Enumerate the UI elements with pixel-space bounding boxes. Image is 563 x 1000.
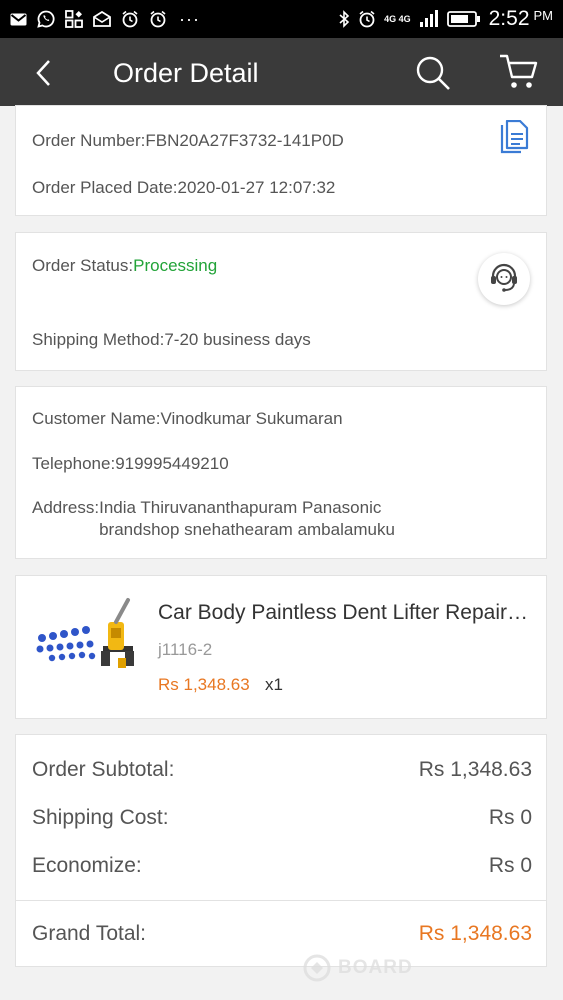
dent-lifter-image [36, 598, 134, 668]
grand-total-value: Rs 1,348.63 [418, 922, 532, 945]
alarm-icon [149, 10, 167, 28]
apps-icon [65, 10, 83, 28]
telephone-label: Telephone: [32, 454, 116, 473]
address-row: Address:India Thiruvananthapuram Panason… [32, 497, 439, 541]
clock-time: 2:52 [488, 7, 530, 30]
address-value: India Thiruvananthapuram Panasonic brand… [99, 498, 395, 539]
order-status-label: Order Status: [32, 256, 134, 275]
alarm-icon [358, 10, 376, 28]
battery-icon [446, 10, 481, 28]
customer-name-value: Vinodkumar Sukumaran [160, 409, 343, 428]
subtotal-row: Order Subtotal: Rs 1,348.63 [32, 757, 532, 783]
order-date-row: Order Placed Date:2020-01-27 12:07:32 [32, 177, 335, 199]
address-label: Address: [32, 498, 100, 517]
grand-total-row: Grand Total: Rs 1,348.63 [32, 921, 532, 947]
grand-total-label: Grand Total: [32, 922, 147, 945]
order-summary-card: Order Subtotal: Rs 1,348.63 Shipping Cos… [15, 734, 547, 967]
subtotal-value: Rs 1,348.63 [418, 758, 532, 781]
copy-icon [500, 119, 529, 154]
bluetooth-icon [338, 10, 350, 28]
product-sku: j1116-2 [158, 640, 213, 659]
order-info-card: Order Number:FBN20A27F3732-141P0D Order … [15, 105, 547, 216]
app-bar: Order Detail [0, 38, 563, 106]
shipping-cost-label: Shipping Cost: [32, 806, 169, 829]
shipping-cost-value: Rs 0 [488, 806, 532, 829]
product-name[interactable]: Car Body Paintless Dent Lifter Repair To… [158, 600, 528, 626]
subtotal-label: Order Subtotal: [32, 758, 175, 781]
telephone-row: Telephone:919995449210 [32, 453, 229, 475]
order-number-row: Order Number:FBN20A27F3732-141P0D [32, 130, 344, 152]
order-status-row: Order Status:Processing [32, 255, 217, 277]
economize-value: Rs 0 [488, 854, 532, 877]
watermark: BOARD [302, 953, 413, 983]
shipping-method-value: 7-20 business days [164, 330, 311, 349]
headset-icon [491, 263, 517, 292]
order-status-card: Order Status:Processing Shipping Method:… [15, 232, 547, 371]
shipping-cost-row: Shipping Cost: Rs 0 [32, 805, 532, 831]
copy-button[interactable] [498, 119, 530, 156]
page-title: Order Detail [113, 58, 259, 88]
more-icon: ··· [179, 9, 200, 29]
customer-info-card: Customer Name:Vinodkumar Sukumaran Telep… [15, 386, 547, 559]
shipping-method-label: Shipping Method: [32, 330, 165, 349]
economize-row: Economize: Rs 0 [32, 853, 532, 879]
clock-am-pm: PM [533, 8, 554, 23]
gmail-icon [10, 13, 27, 26]
order-date-label: Order Placed Date: [32, 178, 178, 197]
product-card[interactable]: Car Body Paintless Dent Lifter Repair To… [15, 575, 547, 719]
summary-divider [16, 900, 546, 901]
back-button[interactable] [30, 58, 60, 88]
economize-label: Economize: [32, 854, 142, 877]
telephone-value: 919995449210 [115, 454, 229, 473]
alarm-icon [121, 10, 139, 28]
signal-icon [419, 10, 439, 28]
watermark-logo-icon [303, 954, 331, 982]
cart-button[interactable] [498, 52, 540, 92]
search-icon [416, 56, 450, 90]
order-status-value: Processing [133, 256, 218, 275]
order-date-value: 2020-01-27 12:07:32 [177, 178, 336, 197]
watermark-text: BOARD [338, 957, 413, 978]
shipping-method-row: Shipping Method:7-20 business days [32, 329, 311, 351]
status-bar: ··· 4G 4G 2:52 PM [0, 0, 563, 38]
order-number-label: Order Number: [32, 131, 146, 150]
product-price: Rs 1,348.63 [158, 675, 250, 694]
search-button[interactable] [414, 54, 452, 92]
mail-icon [93, 11, 111, 27]
cart-icon [500, 54, 538, 88]
customer-support-button[interactable] [478, 253, 530, 305]
customer-name-row: Customer Name:Vinodkumar Sukumaran [32, 408, 343, 430]
product-thumbnail[interactable] [32, 594, 142, 680]
order-number-value: FBN20A27F3732-141P0D [145, 131, 344, 150]
product-quantity: x1 [265, 675, 283, 694]
customer-name-label: Customer Name: [32, 409, 161, 428]
whatsapp-icon [37, 10, 55, 28]
network-type: 4G 4G [384, 13, 411, 24]
back-icon [36, 60, 50, 86]
